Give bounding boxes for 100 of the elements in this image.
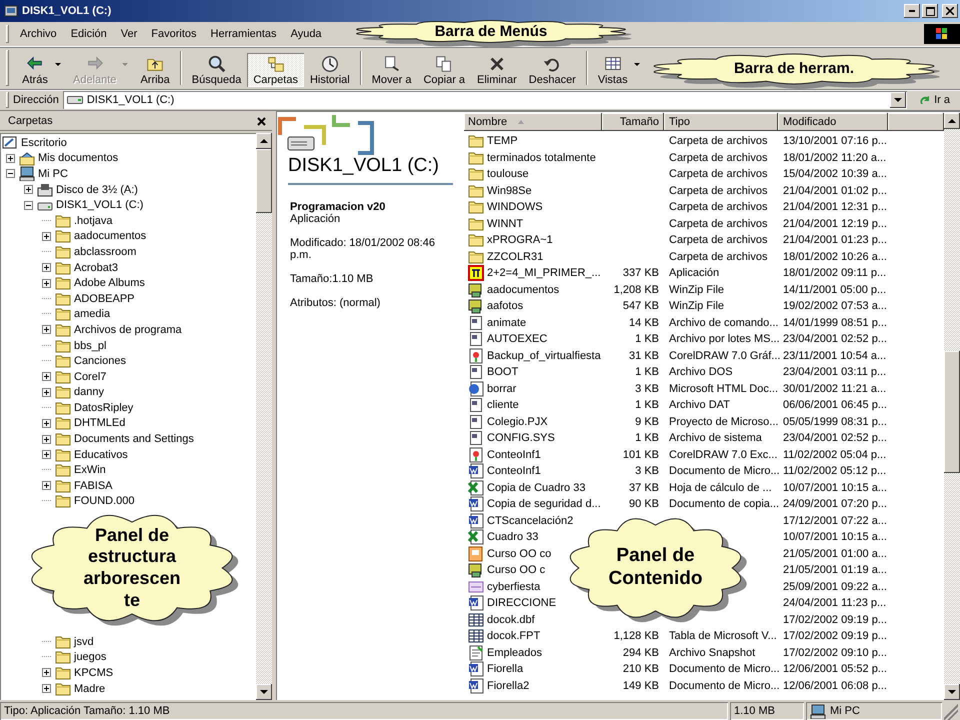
tree-item[interactable]: DISK1_VOL1 (C:) bbox=[56, 199, 144, 212]
file-name[interactable]: toulouse bbox=[487, 168, 529, 180]
toolbar-button[interactable]: Mover a bbox=[366, 53, 418, 87]
maximize-button[interactable] bbox=[922, 4, 938, 18]
expand-icon[interactable] bbox=[42, 325, 51, 334]
tree-item[interactable]: Corel7 bbox=[74, 370, 106, 383]
column-header[interactable]: Tamaño bbox=[602, 113, 664, 131]
file-name[interactable]: AUTOEXEC bbox=[487, 333, 548, 346]
tree-item[interactable]: Canciones bbox=[74, 355, 126, 368]
file-name[interactable]: Cuadro 33 bbox=[487, 531, 538, 544]
column-header[interactable]: Nombre bbox=[464, 113, 602, 131]
file-name[interactable]: animate bbox=[487, 316, 526, 329]
tree-item[interactable]: .hotjava bbox=[74, 214, 113, 227]
tree-item[interactable]: ExWin bbox=[74, 464, 106, 476]
file-name[interactable]: CONFIG.SYS bbox=[487, 432, 555, 444]
tree-item[interactable]: Archivos de programa bbox=[74, 324, 182, 336]
column-header[interactable]: Modificado bbox=[778, 113, 888, 131]
file-name[interactable]: Empleados bbox=[487, 646, 542, 659]
address-field[interactable]: DISK1_VOL1 (C:) bbox=[62, 91, 908, 109]
expand-icon[interactable] bbox=[6, 154, 15, 163]
tree-item[interactable]: FABISA bbox=[74, 480, 113, 492]
toolbar-button[interactable]: Copiar a bbox=[417, 53, 472, 87]
file-name[interactable]: terminados totalmente bbox=[487, 152, 596, 164]
dropdown-arrow-icon[interactable] bbox=[55, 63, 61, 66]
tree-item[interactable]: bbs_pl bbox=[74, 340, 106, 352]
scroll-down-button[interactable] bbox=[256, 684, 272, 700]
tree-item[interactable]: juegos bbox=[74, 651, 106, 664]
tree-item[interactable]: jsvd bbox=[74, 636, 94, 648]
toolbar-button[interactable]: Eliminar bbox=[471, 53, 523, 87]
file-name[interactable]: docok.FPT bbox=[487, 630, 540, 642]
scroll-up-button[interactable] bbox=[256, 133, 272, 149]
menu-item[interactable]: Edición bbox=[64, 26, 114, 42]
tree-item[interactable]: FOUND.000 bbox=[74, 495, 135, 508]
toolbar-button[interactable]: Historial bbox=[304, 53, 356, 87]
file-name[interactable]: WINDOWS bbox=[487, 201, 543, 214]
expand-icon[interactable] bbox=[42, 388, 51, 397]
menu-item[interactable]: Ayuda bbox=[284, 26, 329, 42]
file-name[interactable]: Fiorella2 bbox=[487, 680, 530, 692]
tree-item[interactable]: DHTMLEd bbox=[74, 417, 126, 430]
file-name[interactable]: DIRECCIONE bbox=[487, 597, 556, 610]
tree-item[interactable]: abclassroom bbox=[74, 246, 136, 258]
tree-item[interactable]: amedia bbox=[74, 308, 110, 320]
expand-icon[interactable] bbox=[42, 684, 51, 694]
file-name[interactable]: ConteoInf1 bbox=[487, 448, 541, 461]
resize-grip[interactable] bbox=[944, 702, 958, 720]
expand-icon[interactable] bbox=[42, 263, 51, 272]
file-name[interactable]: Copia de seguridad d... bbox=[487, 498, 601, 510]
column-header[interactable]: Tipo bbox=[664, 113, 778, 131]
tree-item[interactable]: ADOBEAPP bbox=[74, 292, 135, 305]
tree-item[interactable]: KPCMS bbox=[74, 666, 114, 679]
expand-icon[interactable] bbox=[42, 372, 51, 382]
tree-item[interactable]: Mi PC bbox=[38, 168, 68, 180]
menu-item[interactable]: Herramientas bbox=[204, 26, 284, 42]
expand-icon[interactable] bbox=[42, 450, 51, 460]
column-header[interactable] bbox=[888, 113, 944, 131]
tree-item[interactable]: aadocumentos bbox=[74, 230, 146, 242]
scrollbar[interactable] bbox=[256, 133, 272, 700]
scroll-up-button[interactable] bbox=[944, 113, 960, 129]
tree-item[interactable]: Documents and Settings bbox=[74, 433, 194, 446]
file-name[interactable]: aafotos bbox=[487, 300, 524, 312]
file-name[interactable]: cliente bbox=[487, 399, 519, 412]
dropdown-button[interactable] bbox=[890, 92, 906, 108]
file-name[interactable]: xPROGRA~1 bbox=[487, 234, 553, 246]
expand-icon[interactable] bbox=[42, 668, 51, 678]
collapse-icon[interactable] bbox=[24, 200, 33, 210]
scroll-down-button[interactable] bbox=[944, 684, 960, 700]
tree-item[interactable]: Madre bbox=[74, 682, 106, 695]
file-name[interactable]: WINNT bbox=[487, 218, 524, 230]
file-name[interactable]: Colegio.PJX bbox=[487, 416, 548, 428]
minimize-button[interactable] bbox=[904, 4, 920, 18]
scroll-thumb[interactable] bbox=[256, 149, 272, 214]
tree-item[interactable]: Escritorio bbox=[21, 136, 67, 149]
menu-item[interactable]: Archivo bbox=[13, 26, 64, 42]
file-name[interactable]: docok.dbf bbox=[487, 614, 535, 626]
expand-icon[interactable] bbox=[42, 434, 51, 444]
menu-item[interactable]: Favoritos bbox=[144, 26, 204, 42]
close-button[interactable] bbox=[942, 4, 958, 18]
expand-icon[interactable] bbox=[42, 278, 51, 288]
file-name[interactable]: CTScancelación2 bbox=[487, 514, 574, 527]
go-button[interactable]: Ir a bbox=[913, 91, 956, 109]
file-name[interactable]: Copia de Cuadro 33 bbox=[487, 482, 586, 494]
file-name[interactable]: cyberfiesta bbox=[487, 580, 540, 593]
tree-item[interactable]: Acrobat3 bbox=[74, 262, 118, 274]
file-name[interactable]: Fiorella bbox=[487, 663, 524, 676]
file-name[interactable]: Backup_of_virtualfiesta bbox=[487, 350, 601, 362]
scrollbar[interactable] bbox=[944, 113, 960, 700]
tree-item[interactable]: DatosRipley bbox=[74, 402, 134, 414]
file-name[interactable]: 2+2=4_MI_PRIMER_... bbox=[487, 267, 601, 280]
tree-item[interactable]: Mis documentos bbox=[38, 152, 118, 164]
file-name[interactable]: borrar bbox=[487, 382, 516, 395]
toolbar-button[interactable]: Carpetas bbox=[247, 53, 304, 87]
dropdown-arrow-icon[interactable] bbox=[634, 63, 640, 66]
collapse-icon[interactable] bbox=[6, 169, 15, 178]
file-name[interactable]: Win98Se bbox=[487, 184, 532, 197]
expand-icon[interactable] bbox=[24, 185, 33, 194]
toolbar-button[interactable]: Búsqueda bbox=[186, 53, 248, 87]
expand-icon[interactable] bbox=[42, 418, 51, 428]
menu-item[interactable]: Ver bbox=[114, 26, 144, 42]
tree-item[interactable]: Disco de 3½ (A:) bbox=[56, 184, 138, 196]
file-name[interactable]: aadocumentos bbox=[487, 284, 560, 296]
